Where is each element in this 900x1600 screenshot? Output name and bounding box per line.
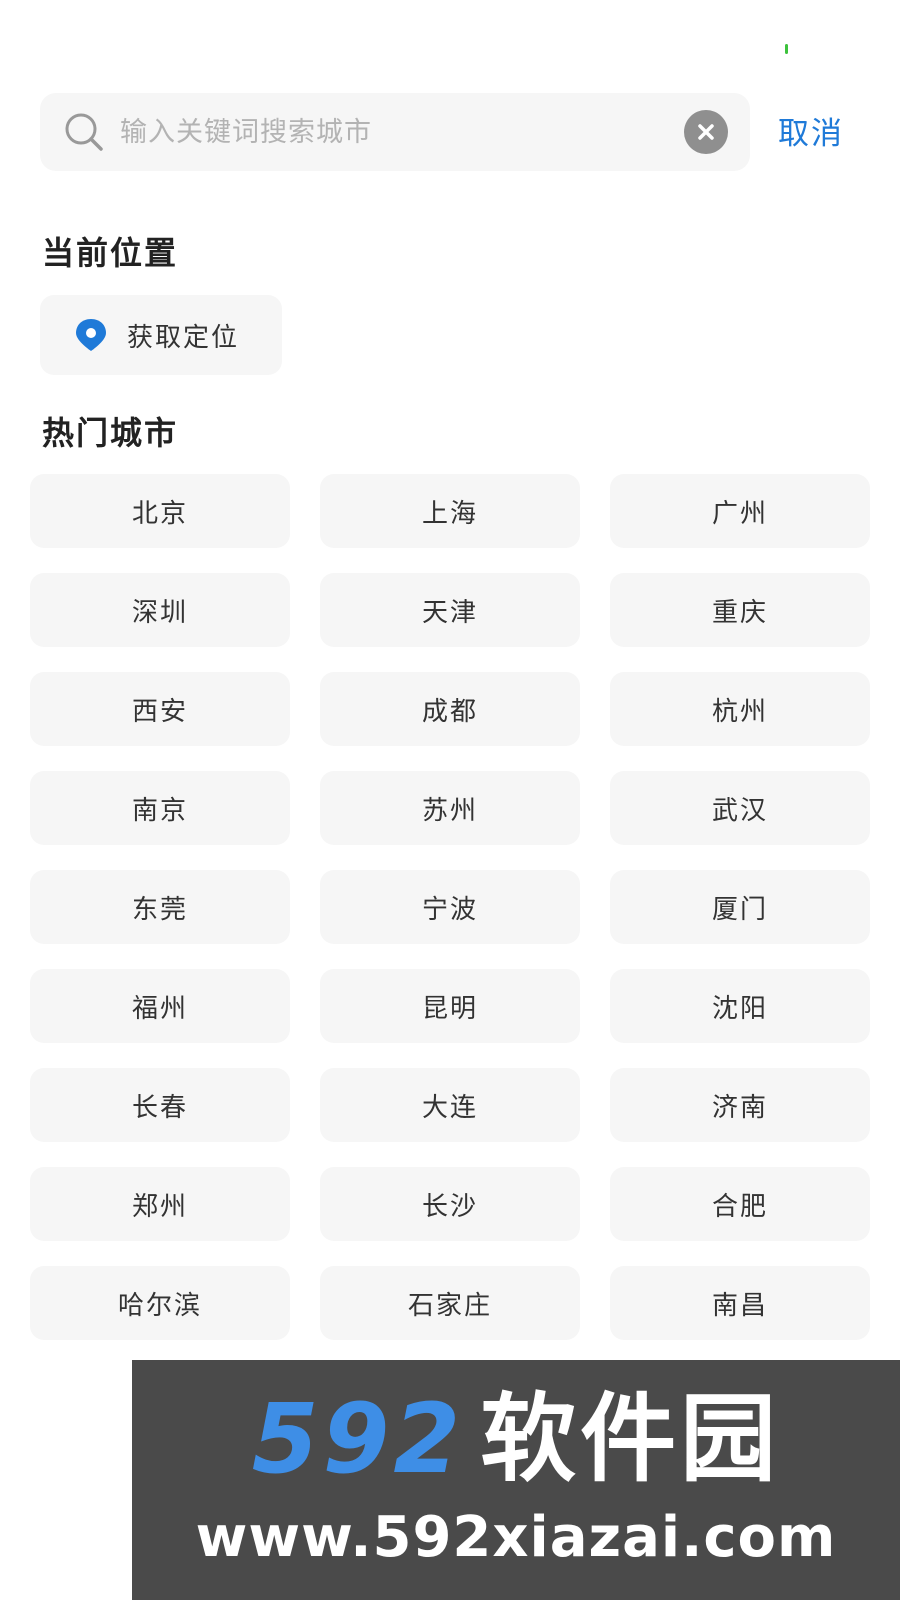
status-indicator <box>785 44 788 54</box>
city-chip[interactable]: 福州 <box>30 969 290 1043</box>
city-chip[interactable]: 石家庄 <box>320 1266 580 1340</box>
current-location-title: 当前位置 <box>42 234 179 272</box>
city-chip[interactable]: 济南 <box>610 1068 870 1142</box>
city-chip[interactable]: 重庆 <box>610 573 870 647</box>
city-chip[interactable]: 广州 <box>610 474 870 548</box>
city-chip[interactable]: 南昌 <box>610 1266 870 1340</box>
location-pin-icon <box>73 317 109 353</box>
city-chip[interactable]: 杭州 <box>610 672 870 746</box>
city-chip[interactable]: 南京 <box>30 771 290 845</box>
city-chip[interactable]: 上海 <box>320 474 580 548</box>
watermark-name: 软件园 <box>480 1382 781 1495</box>
city-chip[interactable]: 郑州 <box>30 1167 290 1241</box>
city-chip[interactable]: 深圳 <box>30 573 290 647</box>
watermark-url: www.592xiazai.com <box>195 1504 837 1570</box>
city-chip[interactable]: 东莞 <box>30 870 290 944</box>
city-chip[interactable]: 北京 <box>30 474 290 548</box>
city-chip[interactable]: 苏州 <box>320 771 580 845</box>
city-chip[interactable]: 长沙 <box>320 1167 580 1241</box>
city-chip[interactable]: 天津 <box>320 573 580 647</box>
watermark-logo: 592 软件园 www.592xiazai.com <box>132 1360 900 1600</box>
search-bar <box>40 93 750 171</box>
hot-cities-grid: 北京 上海 广州深圳 天津 重庆西安 成都 杭州南京 苏州 武汉东莞 宁波 厦门福州 昆明 沈阳长春 大连… <box>30 474 870 1340</box>
hot-cities-title: 热门城市 <box>42 414 179 452</box>
city-chip[interactable]: 西安 <box>30 672 290 746</box>
cancel-button[interactable]: 取消 <box>778 108 844 153</box>
watermark-number: 592 <box>251 1382 465 1495</box>
city-chip[interactable]: 沈阳 <box>610 969 870 1043</box>
city-chip[interactable]: 宁波 <box>320 870 580 944</box>
city-chip[interactable]: 长春 <box>30 1068 290 1142</box>
city-chip[interactable]: 成都 <box>320 672 580 746</box>
clear-search-button[interactable] <box>684 110 728 154</box>
city-chip[interactable]: 厦门 <box>610 870 870 944</box>
get-location-button[interactable]: 获取定位 <box>40 295 282 375</box>
city-chip[interactable]: 大连 <box>320 1068 580 1142</box>
city-chip[interactable]: 哈尔滨 <box>30 1266 290 1340</box>
city-chip[interactable]: 武汉 <box>610 771 870 845</box>
close-icon <box>698 124 714 140</box>
get-location-label: 获取定位 <box>127 322 240 353</box>
city-chip[interactable]: 昆明 <box>320 969 580 1043</box>
search-input[interactable] <box>120 112 684 152</box>
city-chip[interactable]: 合肥 <box>610 1167 870 1241</box>
search-icon <box>62 110 106 154</box>
